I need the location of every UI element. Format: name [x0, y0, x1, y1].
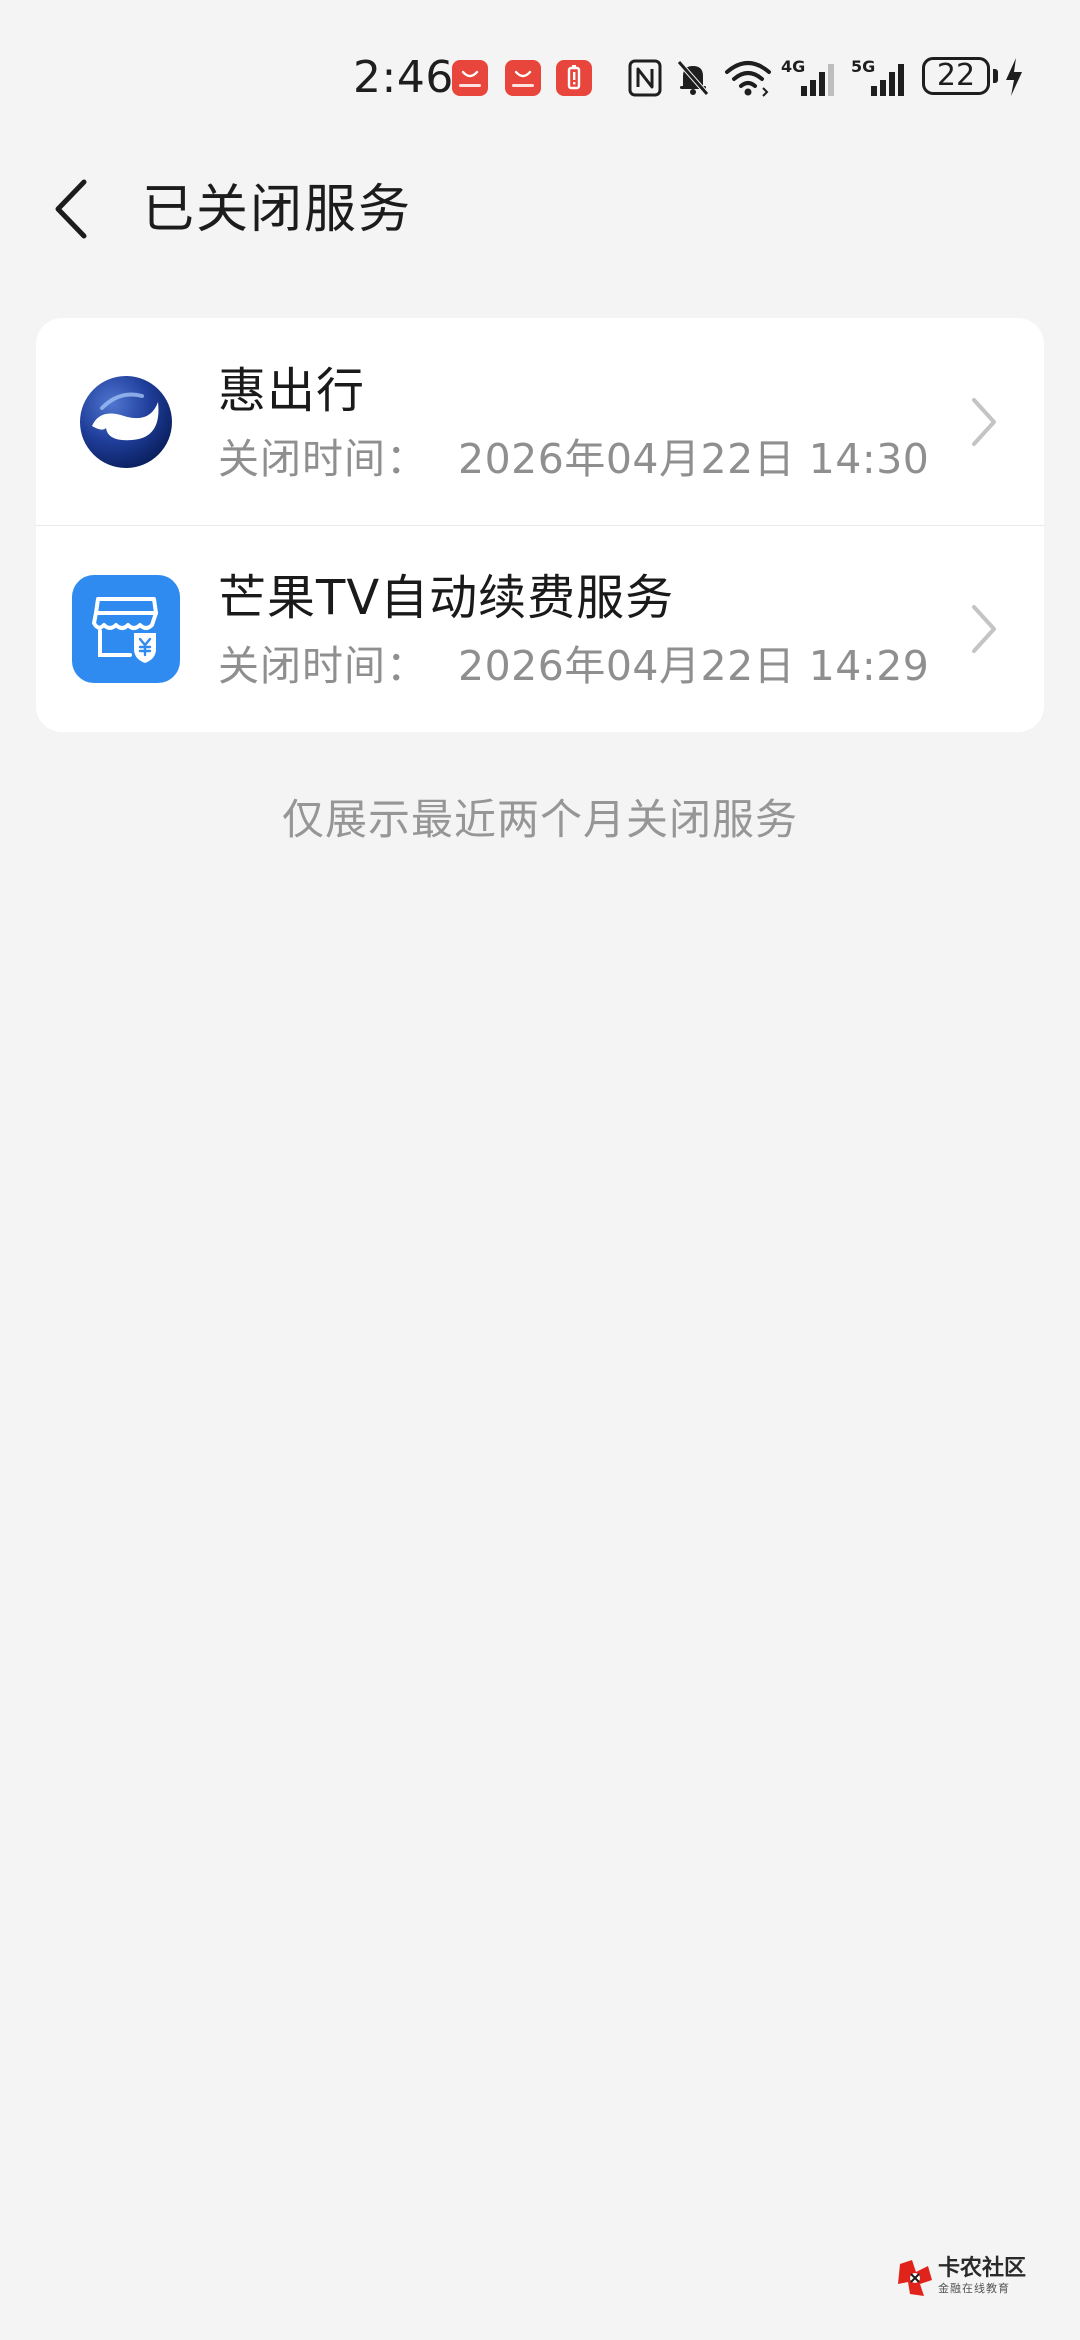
- close-time-value: 2026年04月22日 14:29: [458, 642, 930, 690]
- wifi-icon: [723, 56, 773, 100]
- back-button[interactable]: [40, 176, 106, 242]
- close-time-label: 关闭时间：: [218, 642, 428, 690]
- close-time-value: 2026年04月22日 14:30: [458, 435, 930, 483]
- svg-text:4G: 4G: [781, 57, 805, 76]
- status-bar: 2:46 4G 5G 22: [0, 0, 1080, 150]
- battery-cap: [993, 69, 998, 83]
- chevron-right-icon: [964, 392, 1004, 452]
- bell-muted-icon: [673, 56, 713, 100]
- close-time-line: 关闭时间： 2026年04月22日 14:30: [218, 430, 929, 488]
- charging-icon: [1003, 56, 1025, 98]
- battery-alert-icon: [556, 60, 592, 96]
- svg-text:5G: 5G: [851, 57, 875, 76]
- watermark-title: 卡农社区: [938, 2256, 1027, 2281]
- battery-icon: 22: [922, 57, 990, 95]
- huawei-appgallery-icon: [505, 60, 541, 96]
- closed-services-card: 惠出行 关闭时间： 2026年04月22日 14:30 芒果TV自动续费服务 关闭…: [36, 318, 1044, 732]
- huichuxing-logo-icon: [72, 368, 180, 476]
- chevron-right-icon: [964, 599, 1004, 659]
- huawei-appgallery-icon: [452, 60, 488, 96]
- page-title: 已关闭服务: [142, 180, 413, 240]
- footer-note: 仅展示最近两个月关闭服务: [281, 795, 798, 844]
- chevron-left-icon: [55, 179, 87, 239]
- nfc-icon: [627, 56, 663, 100]
- watermark: 卡农社区 金融在线教育: [896, 2256, 1046, 2300]
- kanong-logo-icon: [896, 2258, 934, 2298]
- service-name: 芒果TV自动续费服务: [218, 570, 675, 626]
- signal-5g-icon: 5G: [851, 56, 909, 100]
- watermark-subtitle: 金融在线教育: [938, 2282, 1010, 2295]
- signal-4g-icon: 4G: [781, 56, 839, 100]
- service-row-mangotv-renewal[interactable]: 芒果TV自动续费服务 关闭时间： 2026年04月22日 14:29: [36, 525, 1044, 732]
- status-time: 2:46: [353, 52, 454, 103]
- header: 已关闭服务: [0, 160, 1080, 260]
- service-row-huichuxing[interactable]: 惠出行 关闭时间： 2026年04月22日 14:30: [36, 318, 1044, 525]
- service-name: 惠出行: [218, 363, 366, 419]
- close-time-label: 关闭时间：: [218, 435, 428, 483]
- store-payment-icon: [72, 575, 180, 683]
- close-time-line: 关闭时间： 2026年04月22日 14:29: [218, 637, 929, 695]
